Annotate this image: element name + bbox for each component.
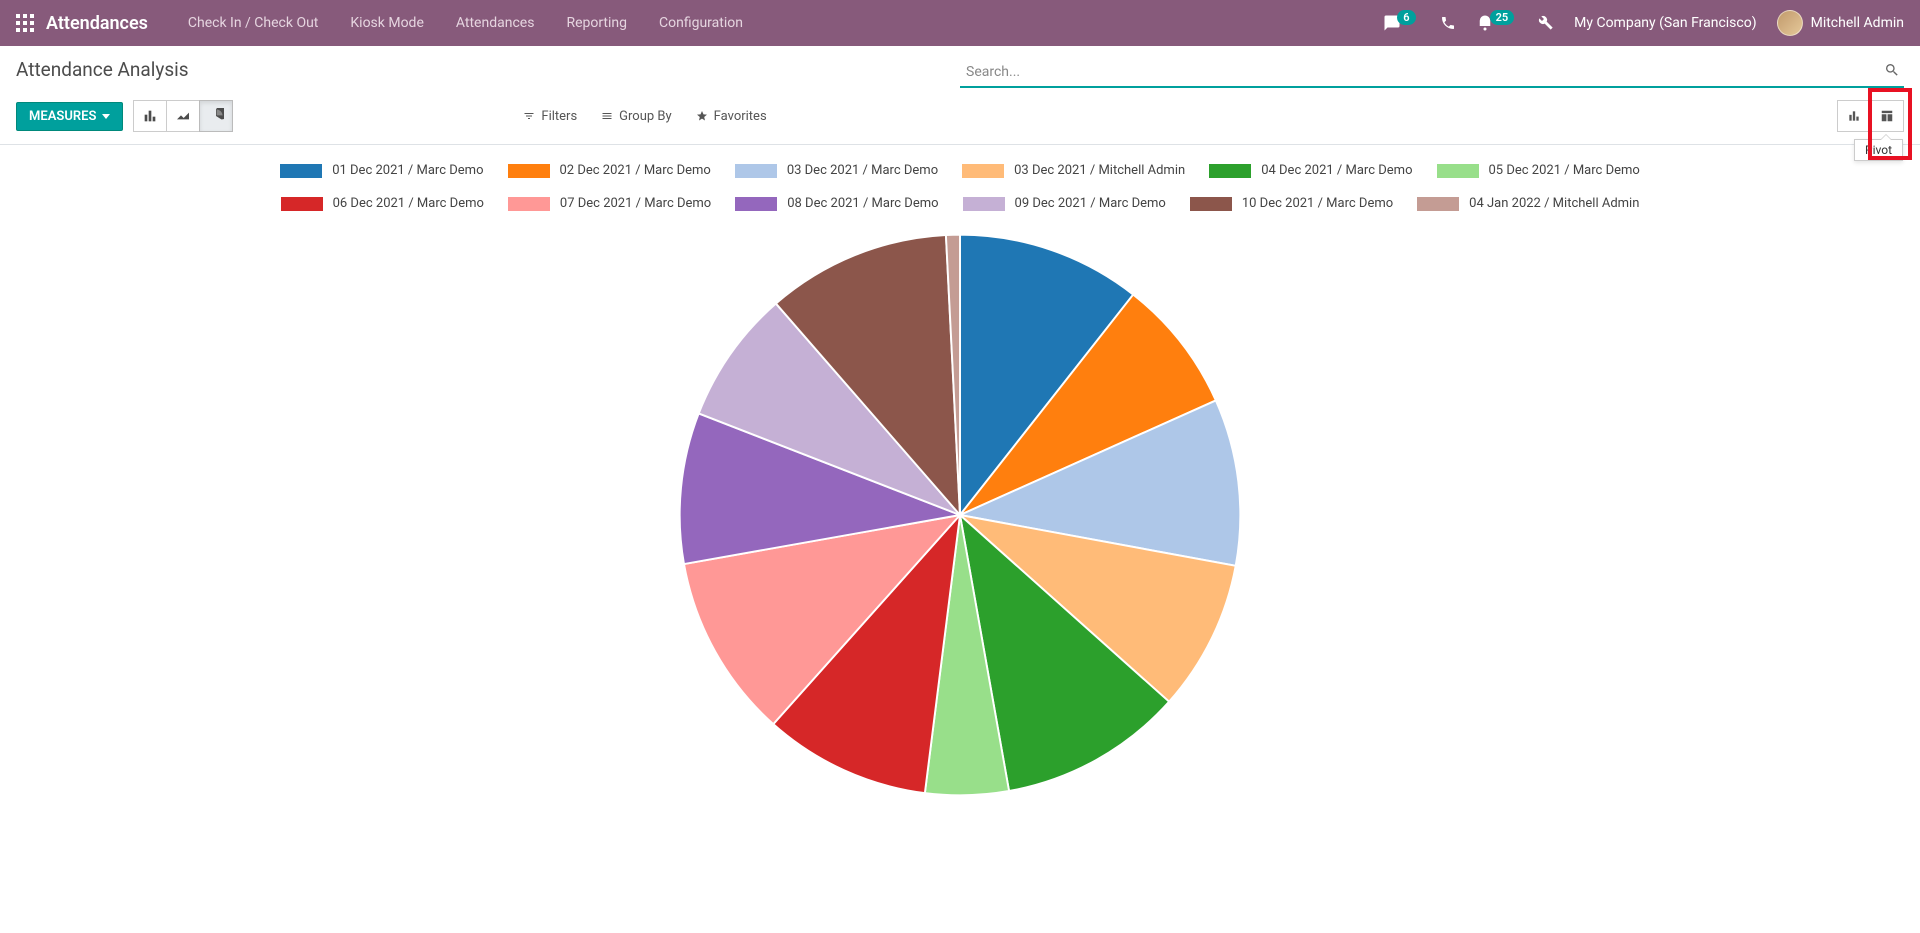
- legend-item[interactable]: 10 Dec 2021 / Marc Demo: [1190, 196, 1393, 211]
- legend-swatch: [735, 197, 777, 211]
- avatar: [1777, 10, 1803, 36]
- pie-legend: 01 Dec 2021 / Marc Demo 02 Dec 2021 / Mar…: [230, 163, 1690, 211]
- pivot-tooltip: Pivot: [1854, 139, 1903, 161]
- chart-type-group: [133, 100, 233, 132]
- filters-label: Filters: [541, 109, 577, 124]
- legend-item[interactable]: 01 Dec 2021 / Marc Demo: [280, 163, 483, 178]
- legend-swatch: [1190, 197, 1232, 211]
- nav-kiosk[interactable]: Kiosk Mode: [334, 0, 440, 46]
- legend-swatch: [962, 164, 1004, 178]
- nav-reporting[interactable]: Reporting: [550, 0, 643, 46]
- control-panel: Attendance Analysis Measures: [0, 46, 1920, 145]
- search-icon[interactable]: [1884, 62, 1900, 82]
- nav-attendances[interactable]: Attendances: [440, 0, 551, 46]
- chart-type-bar[interactable]: [133, 100, 167, 132]
- nav-configuration[interactable]: Configuration: [643, 0, 759, 46]
- activities-badge: 25: [1490, 10, 1515, 25]
- legend-swatch: [1417, 197, 1459, 211]
- legend-item[interactable]: 04 Jan 2022 / Mitchell Admin: [1417, 196, 1639, 211]
- top-nav: Attendances Check In / Check Out Kiosk M…: [0, 0, 1920, 46]
- chart-area: 01 Dec 2021 / Marc Demo 02 Dec 2021 / Mar…: [0, 145, 1920, 817]
- legend-label: 02 Dec 2021 / Marc Demo: [560, 163, 711, 178]
- legend-item[interactable]: 03 Dec 2021 / Mitchell Admin: [962, 163, 1185, 178]
- legend-item[interactable]: 07 Dec 2021 / Marc Demo: [508, 196, 711, 211]
- favorites-label: Favorites: [714, 109, 767, 124]
- messages-badge: 6: [1397, 10, 1415, 25]
- legend-label: 05 Dec 2021 / Marc Demo: [1489, 163, 1640, 178]
- legend-item[interactable]: 06 Dec 2021 / Marc Demo: [281, 196, 484, 211]
- measures-label: Measures: [29, 109, 96, 124]
- search-input[interactable]: [960, 58, 1904, 88]
- legend-swatch: [735, 164, 777, 178]
- legend-swatch: [963, 197, 1005, 211]
- legend-swatch: [508, 197, 550, 211]
- pie-chart: [660, 225, 1260, 805]
- legend-item[interactable]: 05 Dec 2021 / Marc Demo: [1437, 163, 1640, 178]
- legend-swatch: [281, 197, 323, 211]
- legend-label: 04 Jan 2022 / Mitchell Admin: [1469, 196, 1639, 211]
- legend-item[interactable]: 08 Dec 2021 / Marc Demo: [735, 196, 938, 211]
- legend-label: 01 Dec 2021 / Marc Demo: [332, 163, 483, 178]
- user-name: Mitchell Admin: [1811, 15, 1904, 31]
- legend-item[interactable]: 02 Dec 2021 / Marc Demo: [508, 163, 711, 178]
- legend-item[interactable]: 03 Dec 2021 / Marc Demo: [735, 163, 938, 178]
- legend-swatch: [1209, 164, 1251, 178]
- caret-down-icon: [102, 114, 110, 119]
- chart-type-line[interactable]: [166, 100, 200, 132]
- legend-label: 10 Dec 2021 / Marc Demo: [1242, 196, 1393, 211]
- nav-left: Attendances Check In / Check Out Kiosk M…: [16, 0, 759, 46]
- favorites-button[interactable]: Favorites: [696, 109, 767, 124]
- company-selector[interactable]: My Company (San Francisco): [1574, 15, 1756, 31]
- groupby-label: Group By: [619, 109, 672, 124]
- legend-label: 07 Dec 2021 / Marc Demo: [560, 196, 711, 211]
- pie-wrap: [16, 225, 1904, 805]
- user-menu[interactable]: Mitchell Admin: [1777, 10, 1904, 36]
- view-graph-button[interactable]: [1837, 100, 1871, 132]
- view-switcher: Pivot: [1837, 100, 1904, 132]
- phone-icon[interactable]: [1440, 15, 1456, 31]
- activities-button[interactable]: 25: [1476, 14, 1519, 32]
- page-title: Attendance Analysis: [16, 58, 189, 81]
- legend-label: 03 Dec 2021 / Mitchell Admin: [1014, 163, 1185, 178]
- filters-button[interactable]: Filters: [523, 109, 577, 124]
- tools-icon[interactable]: [1538, 15, 1554, 31]
- chart-type-pie[interactable]: [199, 100, 233, 132]
- legend-label: 09 Dec 2021 / Marc Demo: [1015, 196, 1166, 211]
- legend-swatch: [508, 164, 550, 178]
- nav-checkin[interactable]: Check In / Check Out: [172, 0, 334, 46]
- messages-button[interactable]: 6: [1383, 14, 1419, 32]
- legend-item[interactable]: 09 Dec 2021 / Marc Demo: [963, 196, 1166, 211]
- groupby-button[interactable]: Group By: [601, 109, 672, 124]
- measures-button[interactable]: Measures: [16, 102, 123, 131]
- legend-label: 06 Dec 2021 / Marc Demo: [333, 196, 484, 211]
- search-toolbar: Filters Group By Favorites: [523, 109, 766, 124]
- legend-swatch: [280, 164, 322, 178]
- nav-right: 6 25 My Company (San Francisco) Mitchell…: [1383, 10, 1904, 36]
- search-wrap: [960, 58, 1904, 88]
- legend-swatch: [1437, 164, 1479, 178]
- legend-item[interactable]: 04 Dec 2021 / Marc Demo: [1209, 163, 1412, 178]
- legend-label: 03 Dec 2021 / Marc Demo: [787, 163, 938, 178]
- brand-title[interactable]: Attendances: [46, 13, 148, 34]
- view-pivot-button[interactable]: Pivot: [1870, 100, 1904, 132]
- legend-label: 04 Dec 2021 / Marc Demo: [1261, 163, 1412, 178]
- apps-icon[interactable]: [16, 14, 34, 32]
- legend-label: 08 Dec 2021 / Marc Demo: [787, 196, 938, 211]
